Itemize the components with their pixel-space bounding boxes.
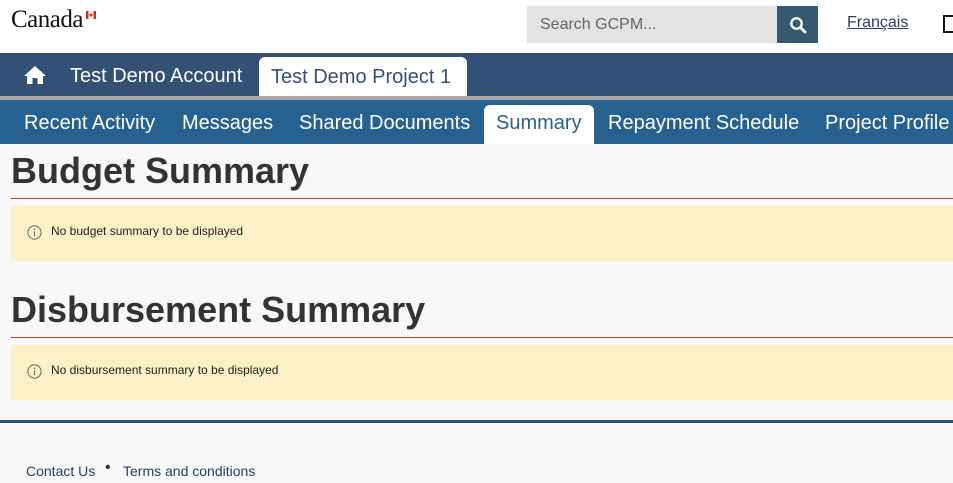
budget-info-alert: No budget summary to be displayed	[11, 206, 953, 261]
account-bar: Test Demo Account Test Demo Project 1	[0, 53, 953, 96]
budget-empty-message: No budget summary to be displayed	[51, 224, 244, 238]
site-header: Canada Français	[0, 0, 953, 53]
project-tab[interactable]: Test Demo Project 1	[259, 57, 467, 96]
contact-us-link[interactable]: Contact Us	[26, 463, 95, 479]
info-icon	[27, 364, 42, 379]
tab-shared-documents[interactable]: Shared Documents	[299, 112, 470, 135]
footer-divider	[0, 420, 953, 423]
heading-rule	[11, 198, 953, 199]
tab-summary[interactable]: Summary	[484, 105, 594, 144]
account-name-link[interactable]: Test Demo Account	[70, 65, 242, 88]
home-icon[interactable]	[23, 65, 47, 85]
tab-repayment-schedule[interactable]: Repayment Schedule	[608, 112, 799, 135]
footer-separator: •	[105, 459, 111, 476]
canada-wordmark[interactable]: Canada	[11, 6, 83, 34]
menu-icon[interactable]	[943, 15, 953, 33]
tab-recent-activity[interactable]: Recent Activity	[24, 112, 155, 135]
budget-summary-heading: Budget Summary	[11, 150, 310, 191]
canada-flag-icon	[86, 11, 96, 19]
tab-messages[interactable]: Messages	[182, 112, 273, 135]
language-toggle-link[interactable]: Français	[847, 14, 908, 32]
tab-project-profile[interactable]: Project Profile	[825, 112, 950, 135]
disbursement-empty-message: No disbursement summary to be displayed	[51, 363, 279, 377]
info-icon	[27, 225, 42, 240]
terms-link[interactable]: Terms and conditions	[123, 463, 255, 479]
search-button[interactable]	[777, 6, 818, 43]
disbursement-summary-heading: Disbursement Summary	[11, 289, 426, 330]
project-nav: Recent Activity Messages Shared Document…	[0, 100, 953, 144]
search-input[interactable]	[527, 6, 777, 43]
heading-rule	[11, 337, 953, 338]
search-icon	[789, 16, 806, 33]
disbursement-info-alert: No disbursement summary to be displayed	[11, 345, 953, 400]
